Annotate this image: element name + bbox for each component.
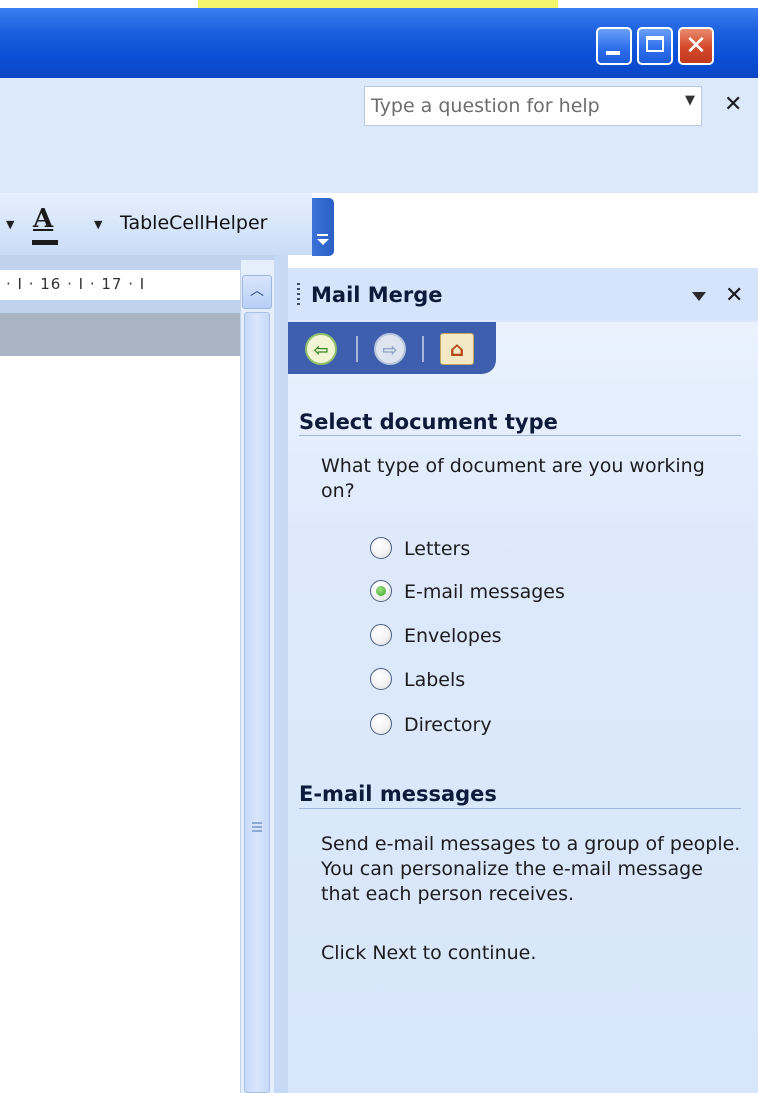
toolbar-options-button[interactable] [312, 198, 334, 256]
radio-button[interactable] [370, 624, 392, 646]
document-page[interactable] [0, 356, 240, 1093]
help-search-input[interactable]: Type a question for help [371, 87, 600, 125]
font-color-button[interactable]: A [30, 202, 60, 246]
pane-menu-dropdown-icon[interactable] [692, 292, 706, 301]
close-document-icon[interactable]: ✕ [724, 92, 742, 117]
radio-label[interactable]: E-mail messages [404, 577, 565, 607]
minimize-button[interactable] [596, 27, 632, 65]
help-dropdown-icon[interactable]: ▼ [685, 93, 695, 108]
ruler-margin-bar [0, 313, 240, 356]
radio-button[interactable] [370, 713, 392, 735]
scroll-thumb[interactable] [244, 312, 270, 1093]
home-icon[interactable]: ⌂ [440, 333, 474, 365]
title-glow [198, 0, 558, 8]
nav-separator [356, 336, 358, 362]
pane-splitter [274, 255, 288, 1093]
continue-instruction: Click Next to continue. [321, 942, 537, 964]
grip-icon [252, 822, 262, 834]
section-title-select-document-type: Select document type [299, 410, 558, 434]
font-color-dropdown-icon[interactable]: ▼ [94, 218, 102, 231]
close-window-button[interactable]: ✕ [678, 27, 714, 65]
pane-close-icon[interactable]: ✕ [725, 283, 743, 308]
email-messages-description: Send e-mail messages to a group of peopl… [321, 833, 741, 905]
radio-button[interactable] [370, 537, 392, 559]
pane-grip-icon[interactable] [297, 283, 300, 307]
radio-button[interactable] [370, 668, 392, 690]
maximize-icon [646, 36, 664, 52]
minimize-icon [606, 51, 620, 55]
radio-button-checked[interactable] [370, 580, 392, 602]
toolbar-options-icon [317, 234, 328, 236]
task-pane-body [288, 322, 758, 1093]
radio-label[interactable]: Envelopes [404, 621, 502, 651]
ruler-ticks: · I · 16 · I · 17 · I [6, 275, 146, 293]
font-color-icon: A [33, 204, 54, 234]
radio-label[interactable]: Directory [404, 710, 492, 740]
radio-label[interactable]: Letters [404, 534, 470, 564]
help-search-box[interactable]: Type a question for help ▼ [364, 86, 702, 126]
document-type-question: What type of document are you working on… [321, 455, 705, 502]
tablecellhelper-button[interactable]: TableCellHelper [120, 212, 267, 234]
chevron-down-icon[interactable]: ▼ [6, 218, 14, 231]
section-title-email-messages: E-mail messages [299, 782, 497, 806]
font-color-swatch [32, 240, 58, 245]
task-pane-title: Mail Merge [311, 283, 443, 307]
back-icon[interactable]: ⇦ [305, 333, 337, 365]
section-divider [299, 808, 741, 809]
maximize-button[interactable] [637, 27, 673, 65]
radio-label[interactable]: Labels [404, 665, 465, 695]
scroll-up-button[interactable]: ︿ [242, 275, 272, 309]
window-titlebar[interactable]: ✕ [0, 8, 758, 78]
chevron-down-icon [317, 239, 329, 245]
forward-icon[interactable]: ⇨ [374, 333, 406, 365]
chevron-up-icon: ︿ [250, 283, 264, 299]
close-icon: ✕ [685, 31, 707, 61]
section-divider [299, 435, 741, 436]
nav-separator [422, 336, 424, 362]
